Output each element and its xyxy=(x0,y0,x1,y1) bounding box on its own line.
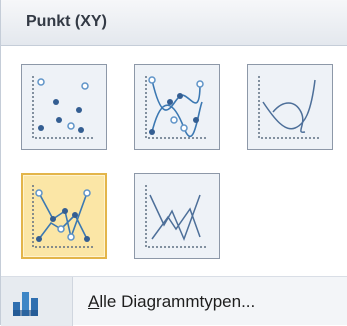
bar-chart-icon xyxy=(13,292,38,316)
scatter-straight-lines-icon xyxy=(145,185,208,248)
scatter-smooth-lines-icon xyxy=(258,76,321,139)
scatter-smooth-lines-option[interactable] xyxy=(247,64,333,150)
chart-type-gallery: Punkt (XY) Alle Diagrammtypen... xyxy=(0,0,347,326)
all-chart-types-label: lle Diagrammtypen... xyxy=(99,292,256,311)
scatter-straight-lines-option[interactable] xyxy=(134,173,220,259)
mnemonic-letter: A xyxy=(88,292,100,311)
scatter-smooth-lines-markers-option[interactable] xyxy=(134,64,220,150)
scatter-markers-only-option[interactable] xyxy=(21,64,107,150)
footer-icon-column xyxy=(1,277,73,326)
all-chart-types-link[interactable]: Alle Diagrammtypen... xyxy=(88,292,255,312)
all-chart-types-row[interactable]: Alle Diagrammtypen... xyxy=(1,276,347,326)
scatter-straight-lines-markers-option[interactable] xyxy=(21,173,107,259)
gallery-title: Punkt (XY) xyxy=(26,13,107,30)
scatter-straight-lines-markers-icon xyxy=(32,185,95,248)
gallery-header: Punkt (XY) xyxy=(1,0,347,46)
scatter-smooth-lines-markers-icon xyxy=(145,76,208,139)
scatter-markers-only-icon xyxy=(32,76,95,139)
